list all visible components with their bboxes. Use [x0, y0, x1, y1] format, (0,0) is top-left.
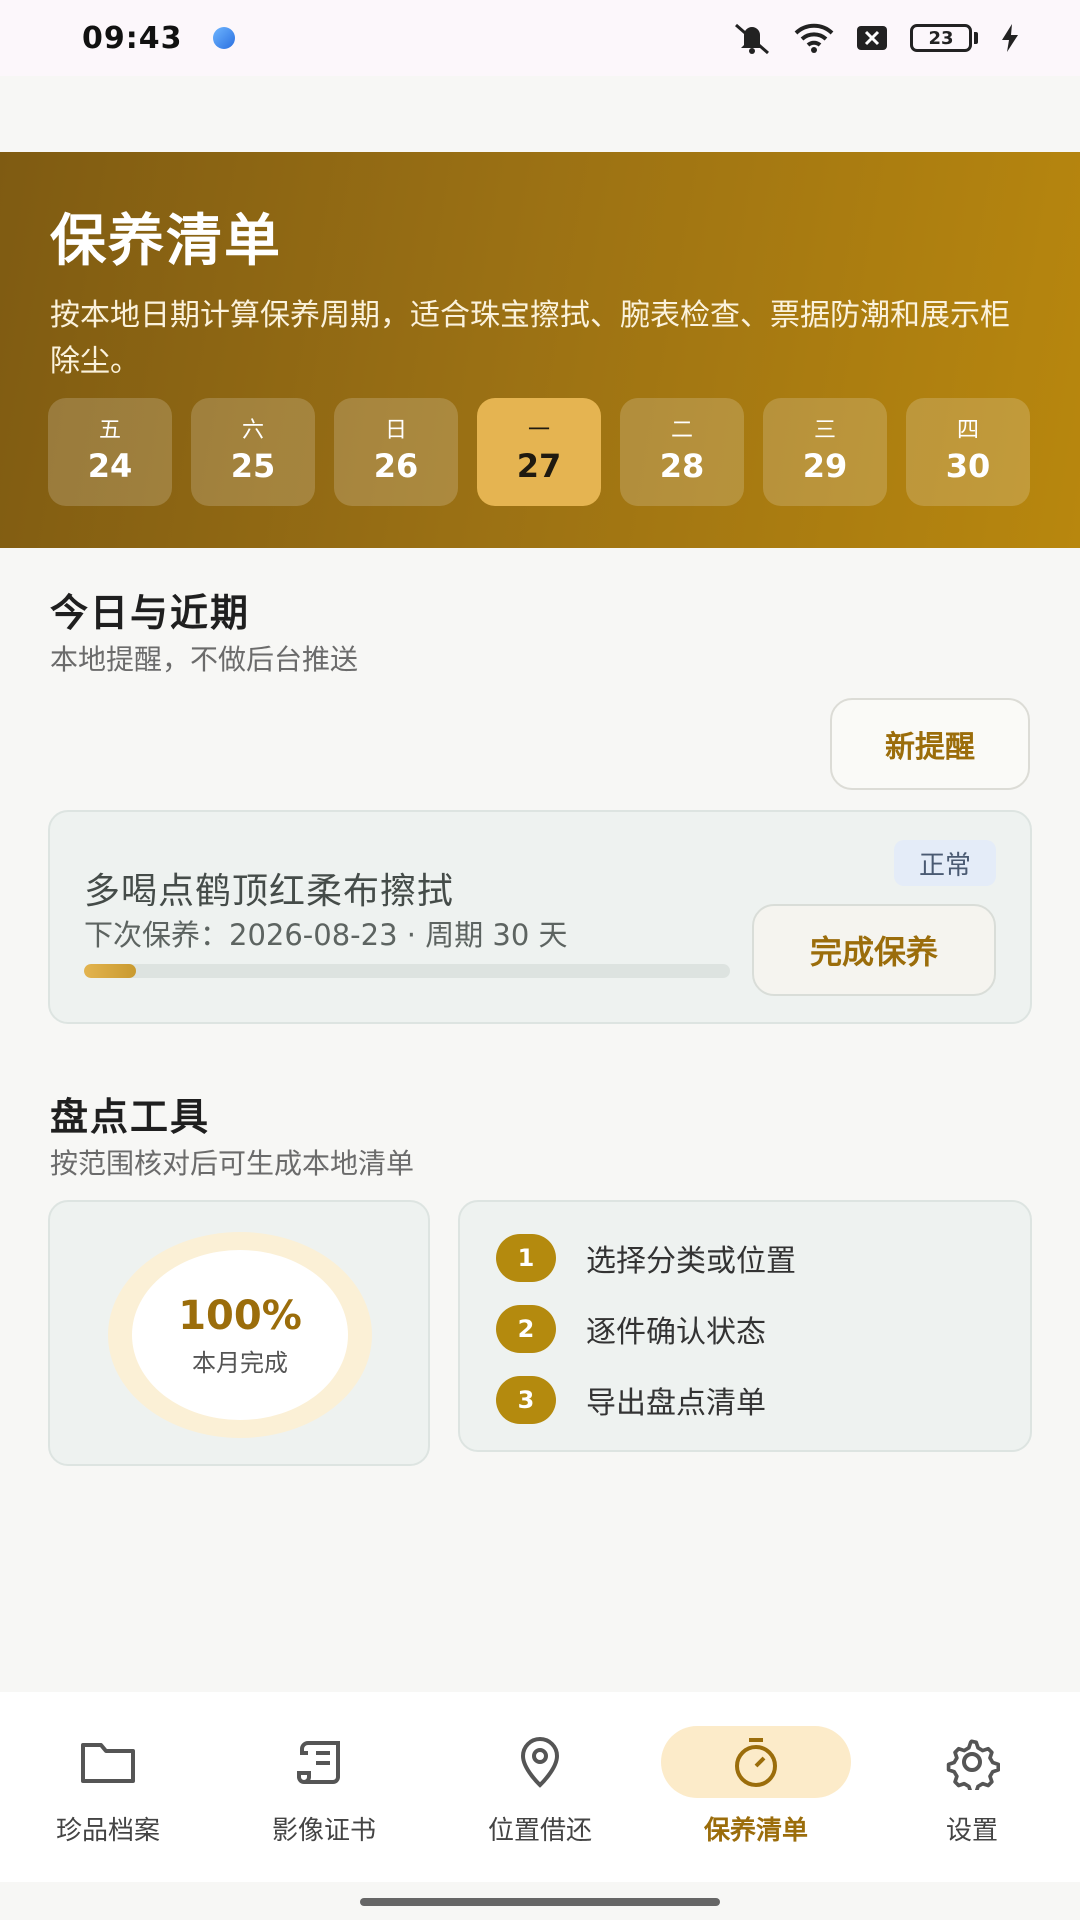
completion-percent: 100% — [178, 1292, 302, 1339]
nav-item-location[interactable]: 位置借还 — [440, 1726, 640, 1882]
step-text: 逐件确认状态 — [586, 1315, 766, 1350]
reminder-next-date: 下次保养：2026-08-23 · 周期 30 天 — [84, 918, 568, 952]
section-title-today: 今日与近期 — [50, 591, 251, 635]
day-chip[interactable]: 五 24 — [48, 398, 172, 506]
section-title-inventory: 盘点工具 — [50, 1095, 211, 1139]
nav-label: 保养清单 — [703, 1816, 808, 1846]
step-item: 3 导出盘点清单 — [496, 1374, 1030, 1426]
step-item: 2 逐件确认状态 — [496, 1303, 1030, 1355]
day-chip-selected[interactable]: 一 27 — [477, 398, 601, 506]
location-pin-icon — [445, 1726, 635, 1798]
page-title: 保养清单 — [50, 209, 282, 274]
app-notification-icon — [212, 27, 235, 49]
step-number: 3 — [496, 1376, 556, 1424]
page-description: 按本地日期计算保养周期，适合珠宝擦拭、腕表检查、票据防潮和展示柜除尘。 — [50, 298, 1010, 379]
sim-off-icon — [856, 25, 888, 51]
charging-icon — [1000, 23, 1020, 53]
battery-indicator: 23 — [910, 24, 978, 52]
nav-item-archive[interactable]: 珍品档案 — [8, 1726, 208, 1882]
header-banner: 保养清单 按本地日期计算保养周期，适合珠宝擦拭、腕表检查、票据防潮和展示柜除尘。… — [0, 152, 1080, 548]
day-date: 24 — [87, 447, 133, 485]
nav-label: 影像证书 — [271, 1816, 376, 1846]
day-chip[interactable]: 六 25 — [191, 398, 315, 506]
timer-icon — [661, 1726, 851, 1798]
scroll-icon — [229, 1726, 419, 1798]
nav-label: 位置借还 — [487, 1816, 592, 1846]
home-indicator[interactable] — [360, 1898, 720, 1906]
wifi-icon — [794, 23, 834, 53]
day-date: 25 — [230, 447, 276, 485]
day-date: 26 — [373, 447, 419, 485]
status-badge: 正常 — [894, 840, 996, 886]
day-weekday: 三 — [813, 418, 836, 443]
day-weekday: 日 — [384, 418, 407, 443]
battery-level: 23 — [910, 24, 972, 52]
bottom-navigation: 珍品档案 影像证书 位置借还 保养清单 设置 — [0, 1692, 1080, 1882]
day-date: 28 — [659, 447, 705, 485]
week-strip: 五 24 六 25 日 26 一 27 二 28 三 29 四 30 — [48, 398, 1030, 506]
day-date: 30 — [945, 447, 991, 485]
day-chip[interactable]: 日 26 — [334, 398, 458, 506]
reminder-progress-bar — [84, 964, 730, 978]
progress-fill — [84, 964, 136, 978]
gear-icon — [877, 1726, 1067, 1798]
reminder-card: 多喝点鹤顶红柔布擦拭 下次保养：2026-08-23 · 周期 30 天 正常 … — [48, 810, 1032, 1024]
step-text: 导出盘点清单 — [586, 1386, 766, 1421]
reminder-title: 多喝点鹤顶红柔布擦拭 — [84, 871, 455, 912]
step-text: 选择分类或位置 — [586, 1244, 796, 1279]
day-weekday: 二 — [670, 418, 693, 443]
day-date: 27 — [516, 447, 562, 485]
inventory-steps-card: 1 选择分类或位置 2 逐件确认状态 3 导出盘点清单 — [458, 1200, 1032, 1452]
day-chip[interactable]: 二 28 — [620, 398, 744, 506]
day-date: 29 — [802, 447, 848, 485]
new-reminder-button[interactable]: 新提醒 — [830, 698, 1030, 790]
section-subtitle-today: 本地提醒，不做后台推送 — [50, 643, 359, 676]
nav-item-maintenance[interactable]: 保养清单 — [656, 1726, 856, 1882]
nav-label: 珍品档案 — [55, 1816, 160, 1846]
complete-maintenance-button[interactable]: 完成保养 — [752, 904, 996, 996]
step-number: 2 — [496, 1305, 556, 1353]
nav-label: 设置 — [945, 1816, 998, 1846]
completion-ring: 100% 本月完成 — [108, 1232, 372, 1438]
nav-item-settings[interactable]: 设置 — [872, 1726, 1072, 1882]
day-chip[interactable]: 四 30 — [906, 398, 1030, 506]
status-time: 09:43 — [82, 20, 183, 56]
nav-item-certificates[interactable]: 影像证书 — [224, 1726, 424, 1882]
day-chip[interactable]: 三 29 — [763, 398, 887, 506]
completion-label: 本月完成 — [192, 1348, 288, 1377]
day-weekday: 六 — [241, 418, 264, 443]
step-number: 1 — [496, 1234, 556, 1282]
status-bar: 09:43 23 — [0, 0, 1080, 76]
day-weekday: 一 — [527, 418, 550, 443]
day-weekday: 五 — [98, 418, 121, 443]
completion-card: 100% 本月完成 — [48, 1200, 430, 1466]
step-item: 1 选择分类或位置 — [496, 1232, 1030, 1284]
mute-icon — [732, 21, 772, 55]
screen: 09:43 23 保养清单 按本地日期计算保养周期，适合珠宝擦拭、腕表检查、票据… — [0, 0, 1080, 1920]
section-subtitle-inventory: 按范围核对后可生成本地清单 — [50, 1147, 415, 1180]
day-weekday: 四 — [956, 418, 979, 443]
folder-icon — [13, 1726, 203, 1798]
